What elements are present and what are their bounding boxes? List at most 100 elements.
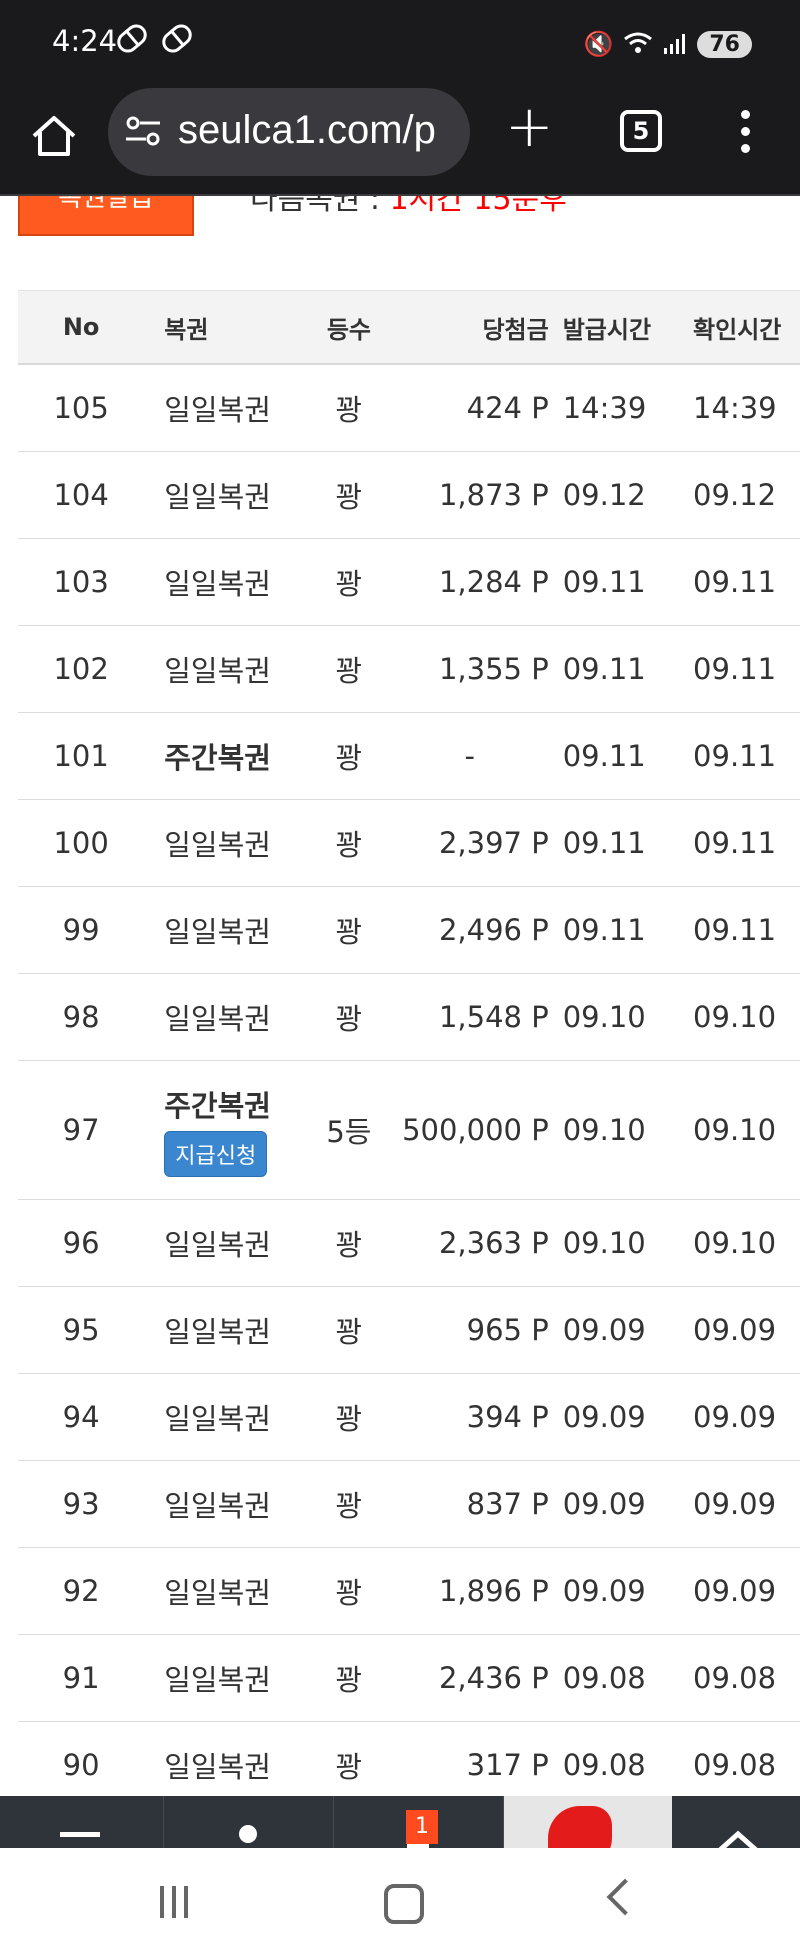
table-row: 93 일일복권 꽝 837 P 09.09 09.09	[18, 1460, 800, 1548]
row-checked: 09.09	[693, 1460, 800, 1548]
row-rank: 꽝	[307, 712, 391, 800]
row-no: 99	[18, 886, 145, 974]
row-checked: 09.11	[693, 799, 800, 887]
row-checked: 09.11	[693, 625, 800, 713]
user-icon[interactable]	[233, 1824, 263, 1848]
arrow-up-icon[interactable]	[716, 1826, 760, 1848]
row-lottery-type: 일일복권	[144, 625, 308, 713]
col-header-lottery: 복권	[144, 290, 308, 365]
table-row: 101 주간복권 꽝 - 09.11 09.11	[18, 712, 800, 800]
row-rank: 5등	[307, 1060, 391, 1200]
row-prize: 965 P	[390, 1286, 563, 1374]
row-lottery-type: 일일복권	[144, 1286, 308, 1374]
nav-menu[interactable]	[0, 1796, 164, 1848]
row-lottery-type: 일일복권	[144, 1199, 308, 1287]
row-issued: 09.08	[562, 1634, 694, 1722]
back-icon[interactable]	[606, 1878, 644, 1916]
col-header-issued: 발급시간	[562, 290, 694, 365]
page-content: 복권발급 다음복권 : 1시간 15분후 No 복권 등수 당첨금 발급시간 확…	[0, 196, 800, 1848]
row-lottery-type: 일일복권	[144, 451, 308, 539]
row-prize: 837 P	[390, 1460, 563, 1548]
row-checked: 09.08	[693, 1634, 800, 1722]
notification-badge: 1	[406, 1810, 438, 1844]
row-no: 93	[18, 1460, 145, 1548]
row-prize: 2,436 P	[390, 1634, 563, 1722]
table-row: 92 일일복권 꽝 1,896 P 09.09 09.09	[18, 1547, 800, 1635]
col-header-no: No	[18, 290, 145, 365]
row-rank: 꽝	[307, 799, 391, 887]
row-prize: 1,873 P	[390, 451, 563, 539]
row-prize: 394 P	[390, 1373, 563, 1461]
row-issued: 09.09	[562, 1460, 694, 1548]
row-issued: 09.11	[562, 712, 694, 800]
issue-lottery-button[interactable]: 복권발급	[18, 196, 194, 236]
tab-switcher-button[interactable]: 5	[620, 110, 662, 152]
table-row: 97 주간복권 지급신청 5등 500,000 P 09.10 09.10	[18, 1060, 800, 1200]
row-rank: 꽝	[307, 1286, 391, 1374]
nav-user[interactable]	[163, 1796, 334, 1848]
row-lottery-type: 일일복권	[144, 1547, 308, 1635]
row-no: 96	[18, 1199, 145, 1287]
row-issued: 14:39	[562, 364, 694, 452]
row-no: 103	[18, 538, 145, 626]
row-rank: 꽝	[307, 886, 391, 974]
row-rank: 꽝	[307, 1199, 391, 1287]
pill-icon	[158, 20, 197, 57]
row-checked: 09.10	[693, 973, 800, 1061]
row-no: 95	[18, 1286, 145, 1374]
new-tab-button[interactable]: +	[505, 92, 554, 160]
more-menu-icon[interactable]	[738, 110, 752, 160]
home-icon[interactable]	[24, 106, 84, 166]
table-row: 103 일일복권 꽝 1,284 P 09.11 09.11	[18, 538, 800, 626]
table-row: 96 일일복권 꽝 2,363 P 09.10 09.10	[18, 1199, 800, 1287]
address-bar[interactable]: seulca1.com/p	[108, 88, 470, 176]
row-checked: 14:39	[693, 364, 800, 452]
row-issued: 09.10	[562, 973, 694, 1061]
row-issued: 09.11	[562, 799, 694, 887]
site-logo[interactable]	[504, 1796, 672, 1848]
row-rank: 꽝	[307, 625, 391, 713]
row-rank: 꽝	[307, 1373, 391, 1461]
row-prize: 2,363 P	[390, 1199, 563, 1287]
wifi-icon	[624, 32, 653, 53]
row-issued: 09.11	[562, 538, 694, 626]
row-rank: 꽝	[307, 1634, 391, 1722]
row-rank: 꽝	[307, 1547, 391, 1635]
table-row: 105 일일복권 꽝 424 P 14:39 14:39	[18, 364, 800, 452]
status-icons: 🔇 76	[583, 24, 752, 64]
home-button-icon[interactable]	[384, 1884, 424, 1924]
table-row: 102 일일복권 꽝 1,355 P 09.11 09.11	[18, 625, 800, 713]
col-header-checked: 확인시간	[693, 290, 800, 365]
next-lottery-label: 다음복권 :	[250, 196, 390, 217]
col-header-rank: 등수	[307, 290, 391, 365]
row-prize: -	[390, 712, 563, 800]
row-lottery-type: 일일복권	[144, 538, 308, 626]
claim-payout-button[interactable]: 지급신청	[164, 1131, 268, 1177]
recents-icon[interactable]	[160, 1886, 196, 1918]
next-lottery-time: 1시간 15분후	[389, 196, 567, 217]
row-no: 102	[18, 625, 145, 713]
table-row: 100 일일복권 꽝 2,397 P 09.11 09.11	[18, 799, 800, 887]
status-bar: 4:24 🔇 76	[0, 0, 800, 88]
row-checked: 09.11	[693, 712, 800, 800]
url-text[interactable]: seulca1.com/p	[178, 108, 436, 153]
hamburger-icon[interactable]	[60, 1832, 100, 1848]
row-no: 98	[18, 973, 145, 1061]
row-prize: 2,397 P	[390, 799, 563, 887]
lottery-history-table: No 복권 등수 당첨금 발급시간 확인시간 105 일일복권 꽝 424 P …	[18, 290, 800, 1809]
row-issued: 09.11	[562, 625, 694, 713]
row-rank: 꽝	[307, 973, 391, 1061]
row-issued: 09.12	[562, 451, 694, 539]
row-prize: 424 P	[390, 364, 563, 452]
mute-icon: 🔇	[583, 30, 614, 58]
table-row: 98 일일복권 꽝 1,548 P 09.10 09.10	[18, 973, 800, 1061]
row-checked: 09.09	[693, 1286, 800, 1374]
row-checked: 09.11	[693, 886, 800, 974]
site-settings-icon[interactable]	[124, 114, 162, 148]
nav-scroll-top[interactable]	[672, 1796, 800, 1848]
row-checked: 09.09	[693, 1373, 800, 1461]
row-lottery-type: 일일복권	[144, 364, 308, 452]
row-prize: 1,355 P	[390, 625, 563, 713]
row-issued: 09.09	[562, 1373, 694, 1461]
row-checked: 09.10	[693, 1060, 800, 1200]
